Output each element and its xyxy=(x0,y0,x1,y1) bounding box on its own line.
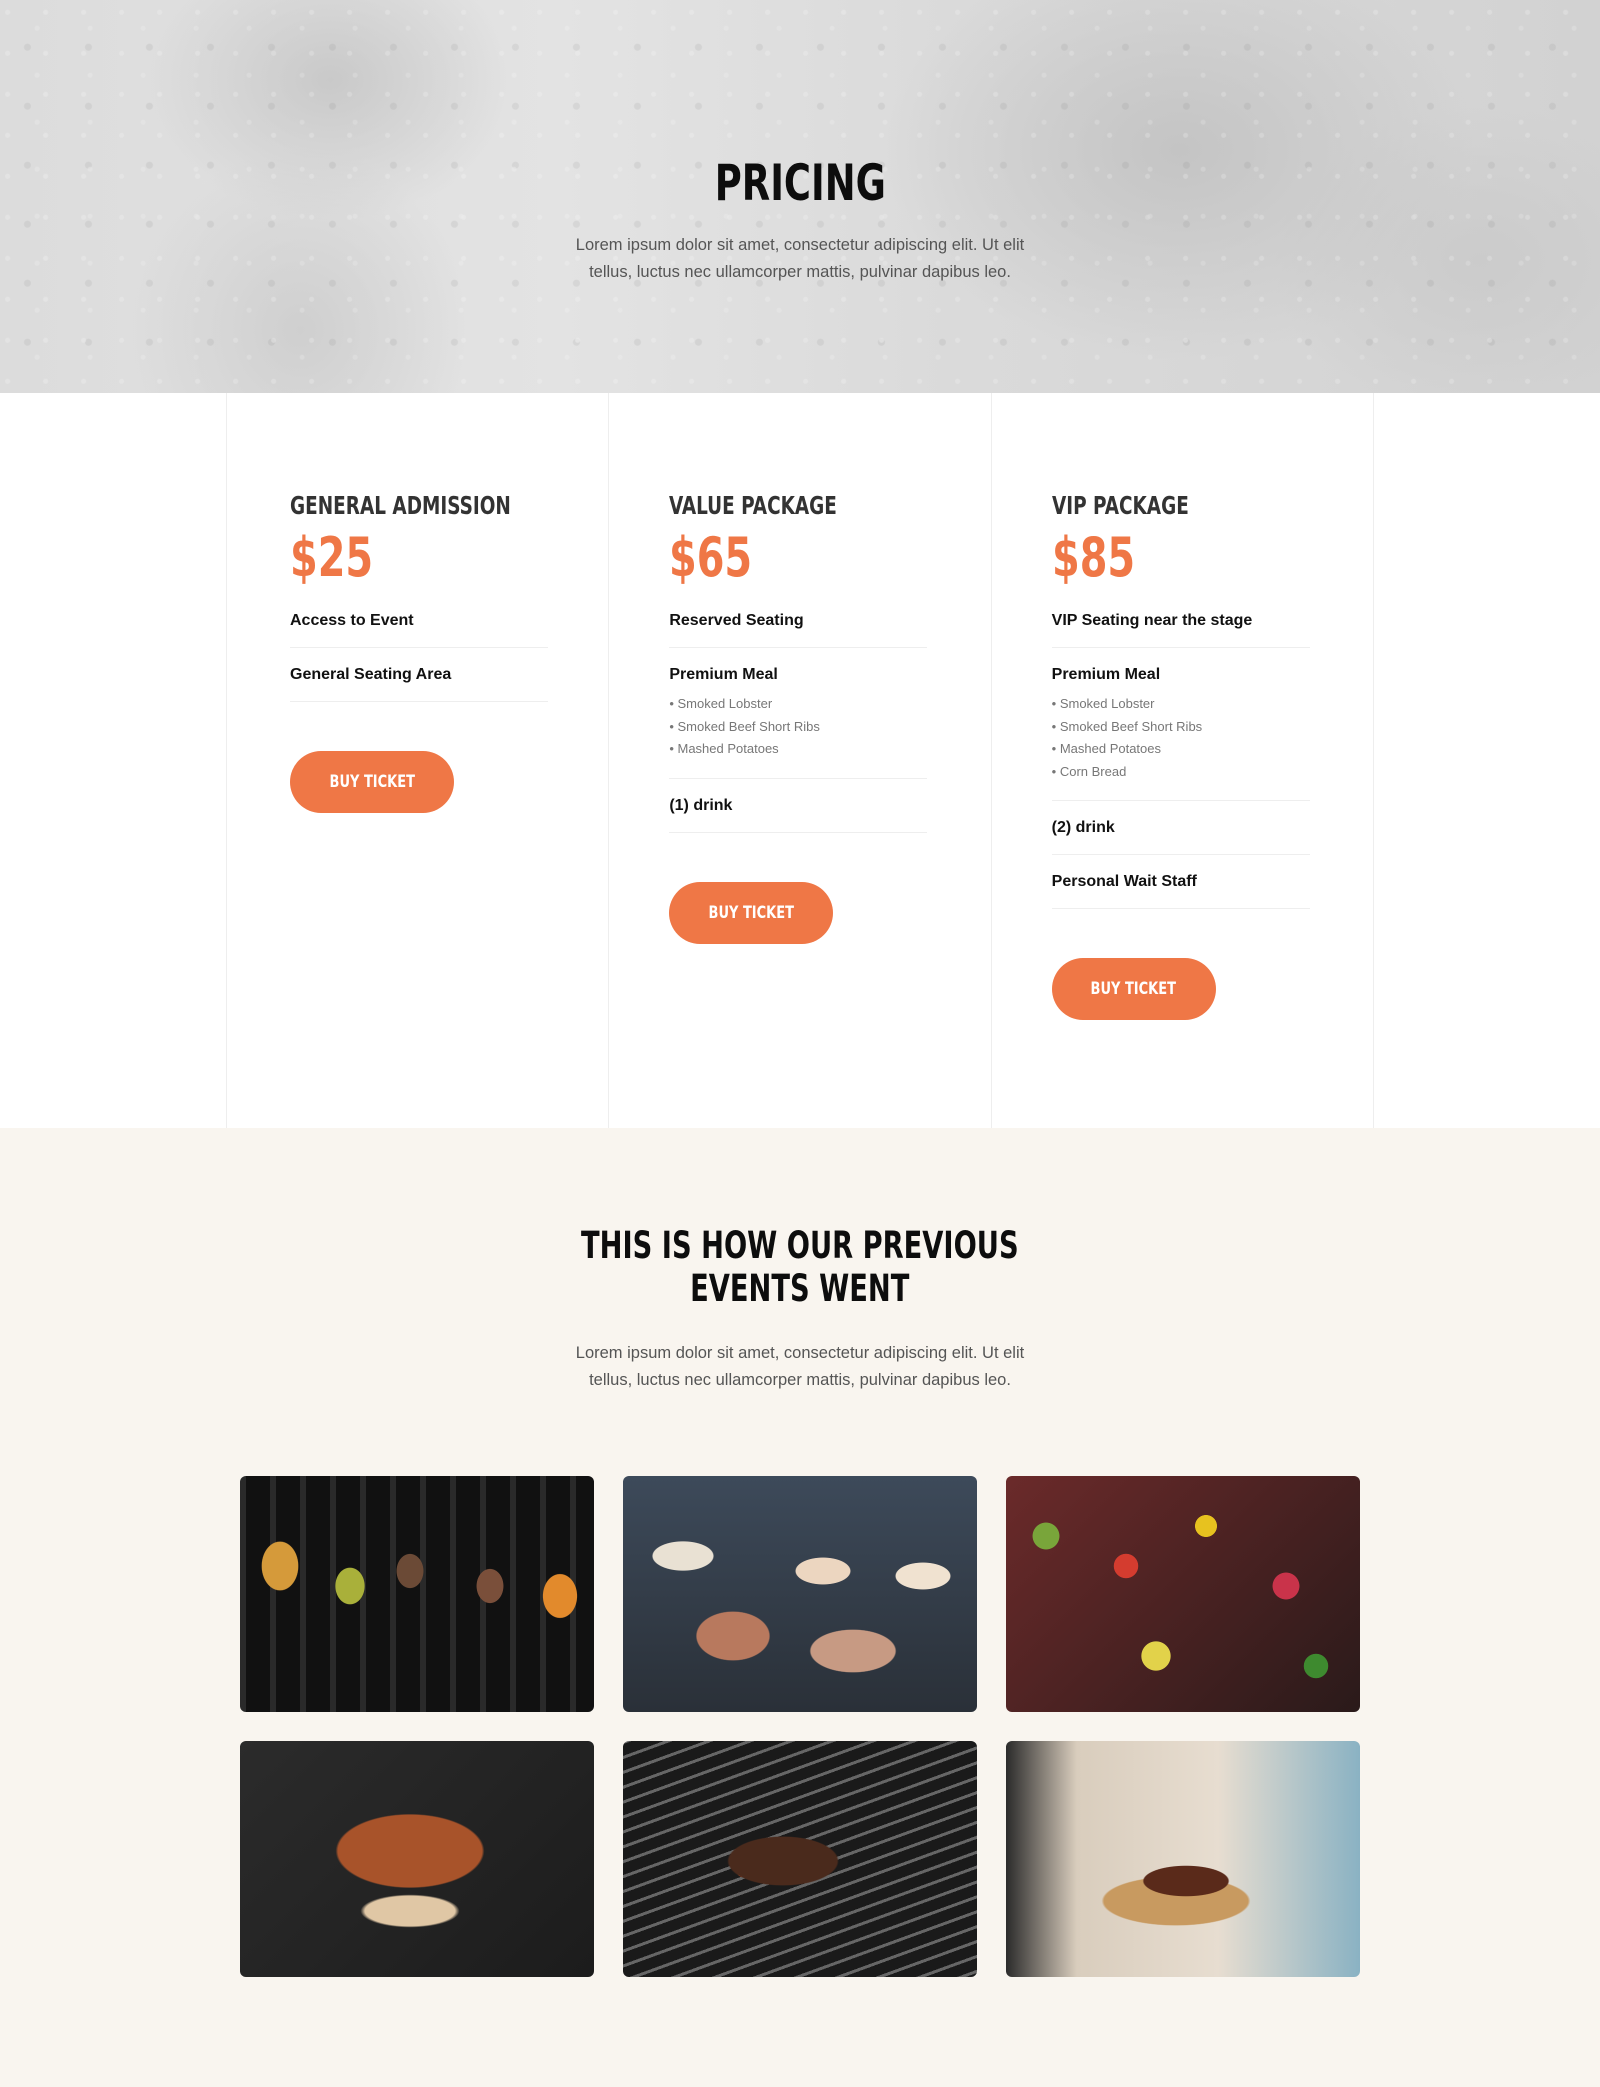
feature-title: (1) drink xyxy=(669,796,733,814)
sliced-brisket-board-photo[interactable] xyxy=(1006,1741,1360,1977)
feature-row: (1) drink xyxy=(669,779,928,833)
meal-item: Corn Bread xyxy=(1052,761,1310,784)
meal-items-list: Smoked Lobster Smoked Beef Short Ribs Ma… xyxy=(669,693,927,761)
plan-name: VIP PACKAGE xyxy=(1051,491,1189,520)
events-description: Lorem ipsum dolor sit amet, consectetur … xyxy=(575,1344,1025,1389)
feature-title: VIP Seating near the stage xyxy=(1051,612,1253,629)
plan-name: VALUE PACKAGE xyxy=(669,491,838,520)
buy-ticket-button[interactable]: BUY TICKET xyxy=(1051,958,1216,1020)
feature-title: General Seating Area xyxy=(290,666,452,683)
feature-title: (2) drink xyxy=(1051,819,1115,836)
plan-card-value: VALUE PACKAGE $65 Reserved Seating Premi… xyxy=(608,393,990,1128)
plan-price: $85 xyxy=(1051,526,1135,589)
feature-row: General Seating Area xyxy=(290,648,548,702)
buy-ticket-button[interactable]: BUY TICKET xyxy=(669,881,834,944)
grilled-vegetable-skewers-photo[interactable] xyxy=(240,1476,594,1712)
plan-card-general: GENERAL ADMISSION $25 Access to Event Ge… xyxy=(226,393,608,1128)
feature-row: VIP Seating near the stage xyxy=(1051,594,1310,648)
feature-row: Access to Event xyxy=(290,594,548,648)
meal-items-list: Smoked Lobster Smoked Beef Short Ribs Ma… xyxy=(1052,693,1310,783)
feature-row: Personal Wait Staff xyxy=(1051,855,1310,909)
smoked-ribs-photo[interactable] xyxy=(240,1741,594,1977)
feature-row: Premium Meal Smoked Lobster Smoked Beef … xyxy=(669,648,928,779)
feature-row: (2) drink xyxy=(1051,801,1310,855)
pricing-section: GENERAL ADMISSION $25 Access to Event Ge… xyxy=(0,393,1600,1128)
feature-row: Reserved Seating xyxy=(669,594,928,648)
event-gallery xyxy=(240,1476,1360,1977)
feature-title: Access to Event xyxy=(290,612,414,629)
meal-item: Smoked Lobster xyxy=(669,693,927,716)
feature-title: Premium Meal xyxy=(669,666,778,683)
meal-item: Smoked Beef Short Ribs xyxy=(669,716,927,739)
pricing-hero: PRICING Lorem ipsum dolor sit amet, cons… xyxy=(0,0,1600,393)
feature-title: Reserved Seating xyxy=(669,612,804,629)
plan-card-vip: VIP PACKAGE $85 VIP Seating near the sta… xyxy=(990,393,1374,1128)
previous-events-section: THIS IS HOW OUR PREVIOUS EVENTS WENT Lor… xyxy=(0,1128,1600,2087)
buy-ticket-button[interactable]: BUY TICKET xyxy=(290,751,454,813)
plan-price: $65 xyxy=(669,526,753,589)
pricing-description: Lorem ipsum dolor sit amet, consectetur … xyxy=(575,236,1025,281)
feature-title: Premium Meal xyxy=(1051,666,1161,683)
pricing-title: PRICING xyxy=(714,154,886,212)
grill-seafood-meat-photo[interactable] xyxy=(623,1476,977,1712)
events-title: THIS IS HOW OUR PREVIOUS EVENTS WENT xyxy=(581,1224,1019,1310)
meal-item: Smoked Lobster xyxy=(1052,693,1310,716)
plan-price: $25 xyxy=(290,526,374,589)
meal-item: Mashed Potatoes xyxy=(669,738,927,761)
meal-item: Smoked Beef Short Ribs xyxy=(1052,716,1310,739)
feature-row: Premium Meal Smoked Lobster Smoked Beef … xyxy=(1051,648,1310,801)
plan-name: GENERAL ADMISSION xyxy=(290,491,511,520)
grill-skewers-smoke-photo[interactable] xyxy=(623,1741,977,1977)
feature-title: Personal Wait Staff xyxy=(1051,873,1197,890)
colorful-kebabs-photo[interactable] xyxy=(1006,1476,1360,1712)
meal-item: Mashed Potatoes xyxy=(1052,738,1310,761)
